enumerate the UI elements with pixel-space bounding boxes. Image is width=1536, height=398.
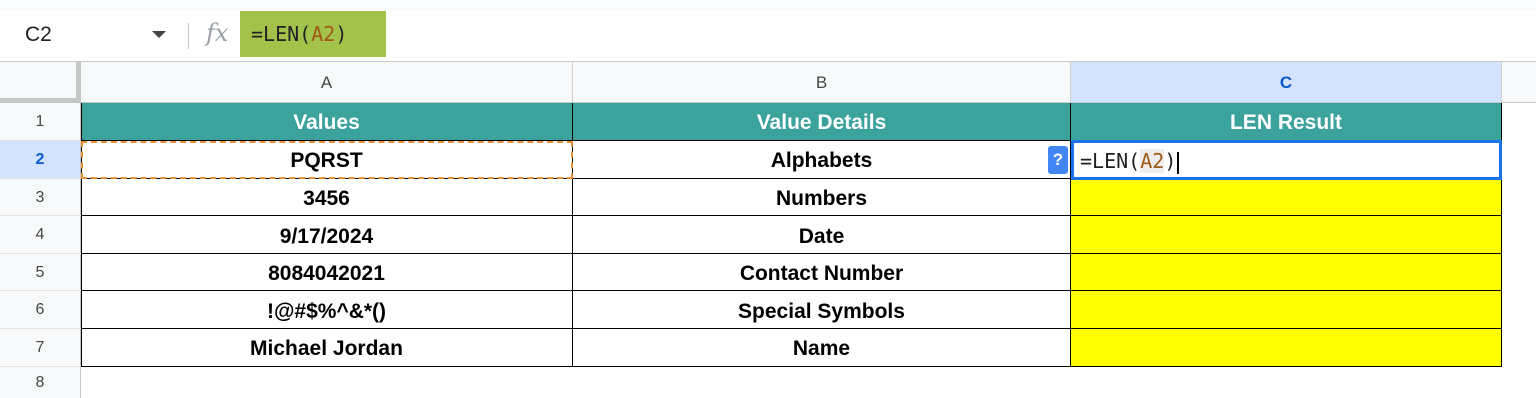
cell-a7[interactable]: Michael Jordan: [81, 329, 573, 367]
cell-c6[interactable]: [1071, 291, 1502, 329]
select-all-corner[interactable]: [0, 62, 81, 103]
header-cell-len-result[interactable]: LEN Result: [1071, 103, 1502, 141]
text-cursor: [1177, 151, 1180, 174]
cell-a3[interactable]: 3456: [81, 179, 573, 216]
cell-b7[interactable]: Name: [573, 329, 1071, 367]
formula-text: =LEN(A2): [251, 22, 347, 46]
top-strip: [0, 0, 1536, 10]
dropdown-arrow-icon[interactable]: [152, 31, 166, 38]
row-header-6[interactable]: 6: [0, 291, 81, 329]
active-formula-prefix: =LEN(: [1080, 149, 1141, 173]
cell-c7[interactable]: [1071, 329, 1502, 367]
formula-input[interactable]: =LEN(A2): [240, 11, 386, 57]
row-header-7[interactable]: 7: [0, 329, 81, 367]
header-cell-values[interactable]: Values: [81, 103, 573, 141]
column-header-a[interactable]: A: [81, 62, 573, 103]
active-formula-ref: A2: [1140, 149, 1165, 173]
formula-help-icon[interactable]: ?: [1048, 146, 1068, 174]
formula-prefix: =LEN(: [251, 22, 312, 46]
cell-b4[interactable]: Date: [573, 216, 1071, 254]
formula-bar-divider: [188, 23, 189, 49]
column-header-c[interactable]: C: [1071, 62, 1502, 103]
formula-bar: C2 fx =LEN(A2): [0, 10, 1536, 62]
row-header-3[interactable]: 3: [0, 179, 81, 216]
row-header-1[interactable]: 1: [0, 103, 81, 141]
active-cell-formula: =LEN(A2): [1080, 149, 1180, 174]
row-header-2[interactable]: 2: [0, 141, 81, 179]
cell-a5[interactable]: 8084042021: [81, 254, 573, 291]
row-header-5[interactable]: 5: [0, 254, 81, 291]
name-box[interactable]: C2: [0, 10, 180, 61]
active-cell-editor[interactable]: =LEN(A2): [1071, 140, 1502, 180]
cell-c3[interactable]: [1071, 179, 1502, 216]
cell-b5[interactable]: Contact Number: [573, 254, 1071, 291]
header-cell-value-details[interactable]: Value Details: [573, 103, 1071, 141]
empty-row-8[interactable]: [81, 367, 1536, 398]
cell-c4[interactable]: [1071, 216, 1502, 254]
fx-icon: fx: [206, 19, 229, 47]
cell-b3[interactable]: Numbers: [573, 179, 1071, 216]
row-header-8[interactable]: 8: [0, 367, 81, 398]
active-formula-suffix: ): [1164, 149, 1177, 173]
column-header-b[interactable]: B: [573, 62, 1071, 103]
copy-marquee-a2: [81, 141, 573, 179]
column-header-d[interactable]: [1502, 62, 1536, 103]
cell-b6[interactable]: Special Symbols: [573, 291, 1071, 329]
formula-suffix: ): [335, 22, 348, 46]
cell-a6[interactable]: !@#$%^&*(): [81, 291, 573, 329]
row-header-4[interactable]: 4: [0, 216, 81, 254]
cell-c5[interactable]: [1071, 254, 1502, 291]
cell-a4[interactable]: 9/17/2024: [81, 216, 573, 254]
cell-b2[interactable]: Alphabets: [573, 141, 1071, 179]
formula-ref: A2: [311, 22, 336, 46]
name-box-value: C2: [25, 23, 52, 46]
